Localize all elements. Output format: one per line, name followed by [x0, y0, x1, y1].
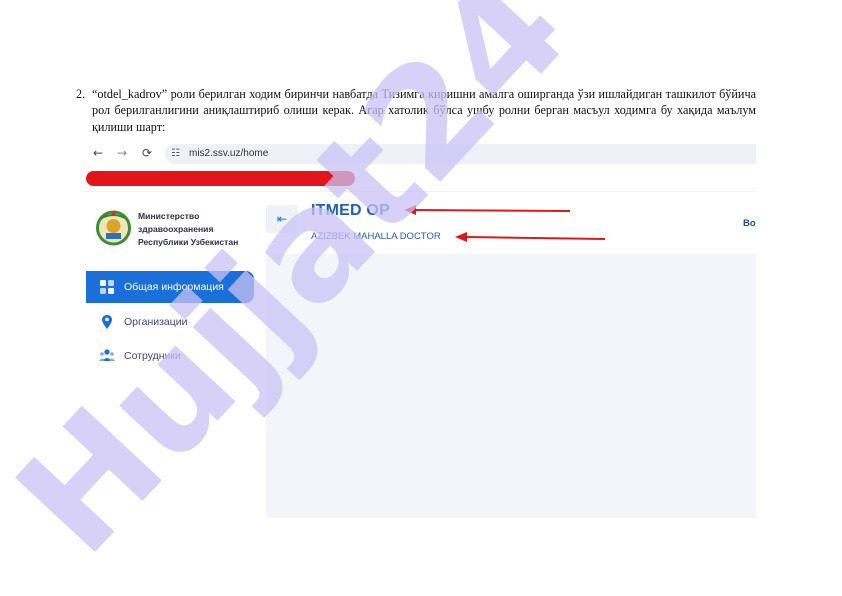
annotation-arrows: [404, 205, 606, 242]
annotation-arrow: [404, 205, 571, 215]
annotation-arrow: [455, 232, 606, 242]
